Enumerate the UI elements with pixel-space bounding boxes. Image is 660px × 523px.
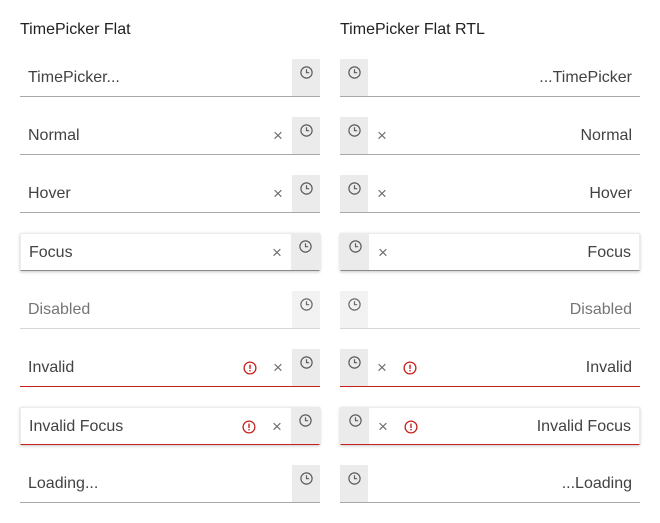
clear-icon[interactable]: ×: [375, 408, 391, 445]
clock-icon: [299, 472, 313, 485]
timepicker-value: Invalid: [585, 359, 632, 376]
timepicker-invalid-focus[interactable]: Invalid Focus ×: [20, 407, 320, 445]
timepicker-placeholder[interactable]: ...TimePicker: [340, 59, 640, 97]
timepicker-value: Hover: [28, 185, 71, 202]
timepicker-focus[interactable]: Focus ×: [20, 233, 320, 271]
clear-icon[interactable]: ×: [374, 349, 390, 386]
timepicker-disabled: Disabled: [20, 291, 320, 329]
timepicker-hover[interactable]: Hover ×: [340, 175, 640, 213]
clock-button[interactable]: [291, 233, 319, 270]
clock-button: [292, 291, 320, 328]
clock-icon: [348, 240, 362, 253]
timepicker-placeholder-text: Loading...: [28, 475, 99, 492]
clock-button: [340, 291, 368, 328]
clock-icon: [347, 182, 361, 195]
timepicker-hover[interactable]: Hover ×: [20, 175, 320, 213]
clear-icon[interactable]: ×: [269, 234, 285, 271]
timepicker-loading[interactable]: ...Loading: [340, 465, 640, 503]
error-icon: [241, 408, 257, 445]
clear-icon[interactable]: ×: [270, 117, 286, 154]
clock-button[interactable]: [340, 117, 368, 154]
clock-button[interactable]: [291, 407, 319, 444]
clock-button[interactable]: [340, 349, 368, 386]
timepicker-invalid[interactable]: Invalid ×: [20, 349, 320, 387]
clock-button[interactable]: [341, 407, 369, 444]
clock-icon: [299, 124, 313, 137]
timepicker-value: Focus: [29, 244, 73, 261]
clock-button[interactable]: [340, 175, 368, 212]
timepicker-value: Disabled: [569, 301, 632, 318]
timepicker-value: Focus: [587, 244, 631, 261]
clock-button[interactable]: [340, 465, 368, 502]
timepicker-value: Disabled: [28, 301, 91, 318]
timepicker-loading[interactable]: Loading...: [20, 465, 320, 503]
timepicker-value: Normal: [28, 127, 80, 144]
clock-icon: [347, 124, 361, 137]
clock-icon: [347, 356, 361, 369]
clear-icon[interactable]: ×: [270, 349, 286, 386]
column-title: TimePicker Flat RTL: [340, 21, 485, 38]
clear-icon[interactable]: ×: [374, 117, 390, 154]
timepicker-placeholder-text: ...TimePicker: [539, 69, 632, 86]
timepicker-disabled: Disabled: [340, 291, 640, 329]
clock-button[interactable]: [292, 349, 320, 386]
clock-button[interactable]: [340, 59, 368, 96]
clock-button[interactable]: [292, 59, 320, 96]
clock-icon: [347, 66, 361, 79]
timepicker-normal[interactable]: Normal ×: [340, 117, 640, 155]
timepicker-focus[interactable]: Focus ×: [340, 233, 640, 271]
clock-icon: [347, 298, 361, 311]
clock-icon: [299, 66, 313, 79]
timepicker-value: Invalid Focus: [29, 418, 124, 435]
column-title: TimePicker Flat: [20, 21, 131, 38]
error-icon: [402, 349, 418, 386]
clock-icon: [348, 414, 362, 427]
timepicker-value: Hover: [589, 185, 632, 202]
clear-icon[interactable]: ×: [375, 234, 391, 271]
clock-button[interactable]: [341, 233, 369, 270]
clear-icon[interactable]: ×: [374, 175, 390, 212]
timepicker-placeholder[interactable]: TimePicker...: [20, 59, 320, 97]
timepicker-invalid[interactable]: Invalid ×: [340, 349, 640, 387]
timepicker-normal[interactable]: Normal ×: [20, 117, 320, 155]
clock-button[interactable]: [292, 465, 320, 502]
timepicker-value: Invalid: [28, 359, 75, 376]
clock-icon: [347, 472, 361, 485]
clock-icon: [299, 356, 313, 369]
clock-icon: [298, 414, 312, 427]
timepicker-value: Normal: [580, 127, 632, 144]
error-icon: [403, 408, 419, 445]
clock-icon: [298, 240, 312, 253]
timepicker-invalid-focus[interactable]: Invalid Focus ×: [340, 407, 640, 445]
timepicker-placeholder-text: TimePicker...: [28, 69, 120, 86]
clock-icon: [299, 182, 313, 195]
timepicker-placeholder-text: ...Loading: [561, 475, 632, 492]
clock-icon: [299, 298, 313, 311]
clear-icon[interactable]: ×: [270, 175, 286, 212]
timepicker-value: Invalid Focus: [536, 418, 631, 435]
clear-icon[interactable]: ×: [269, 408, 285, 445]
clock-button[interactable]: [292, 117, 320, 154]
error-icon: [242, 349, 258, 386]
clock-button[interactable]: [292, 175, 320, 212]
